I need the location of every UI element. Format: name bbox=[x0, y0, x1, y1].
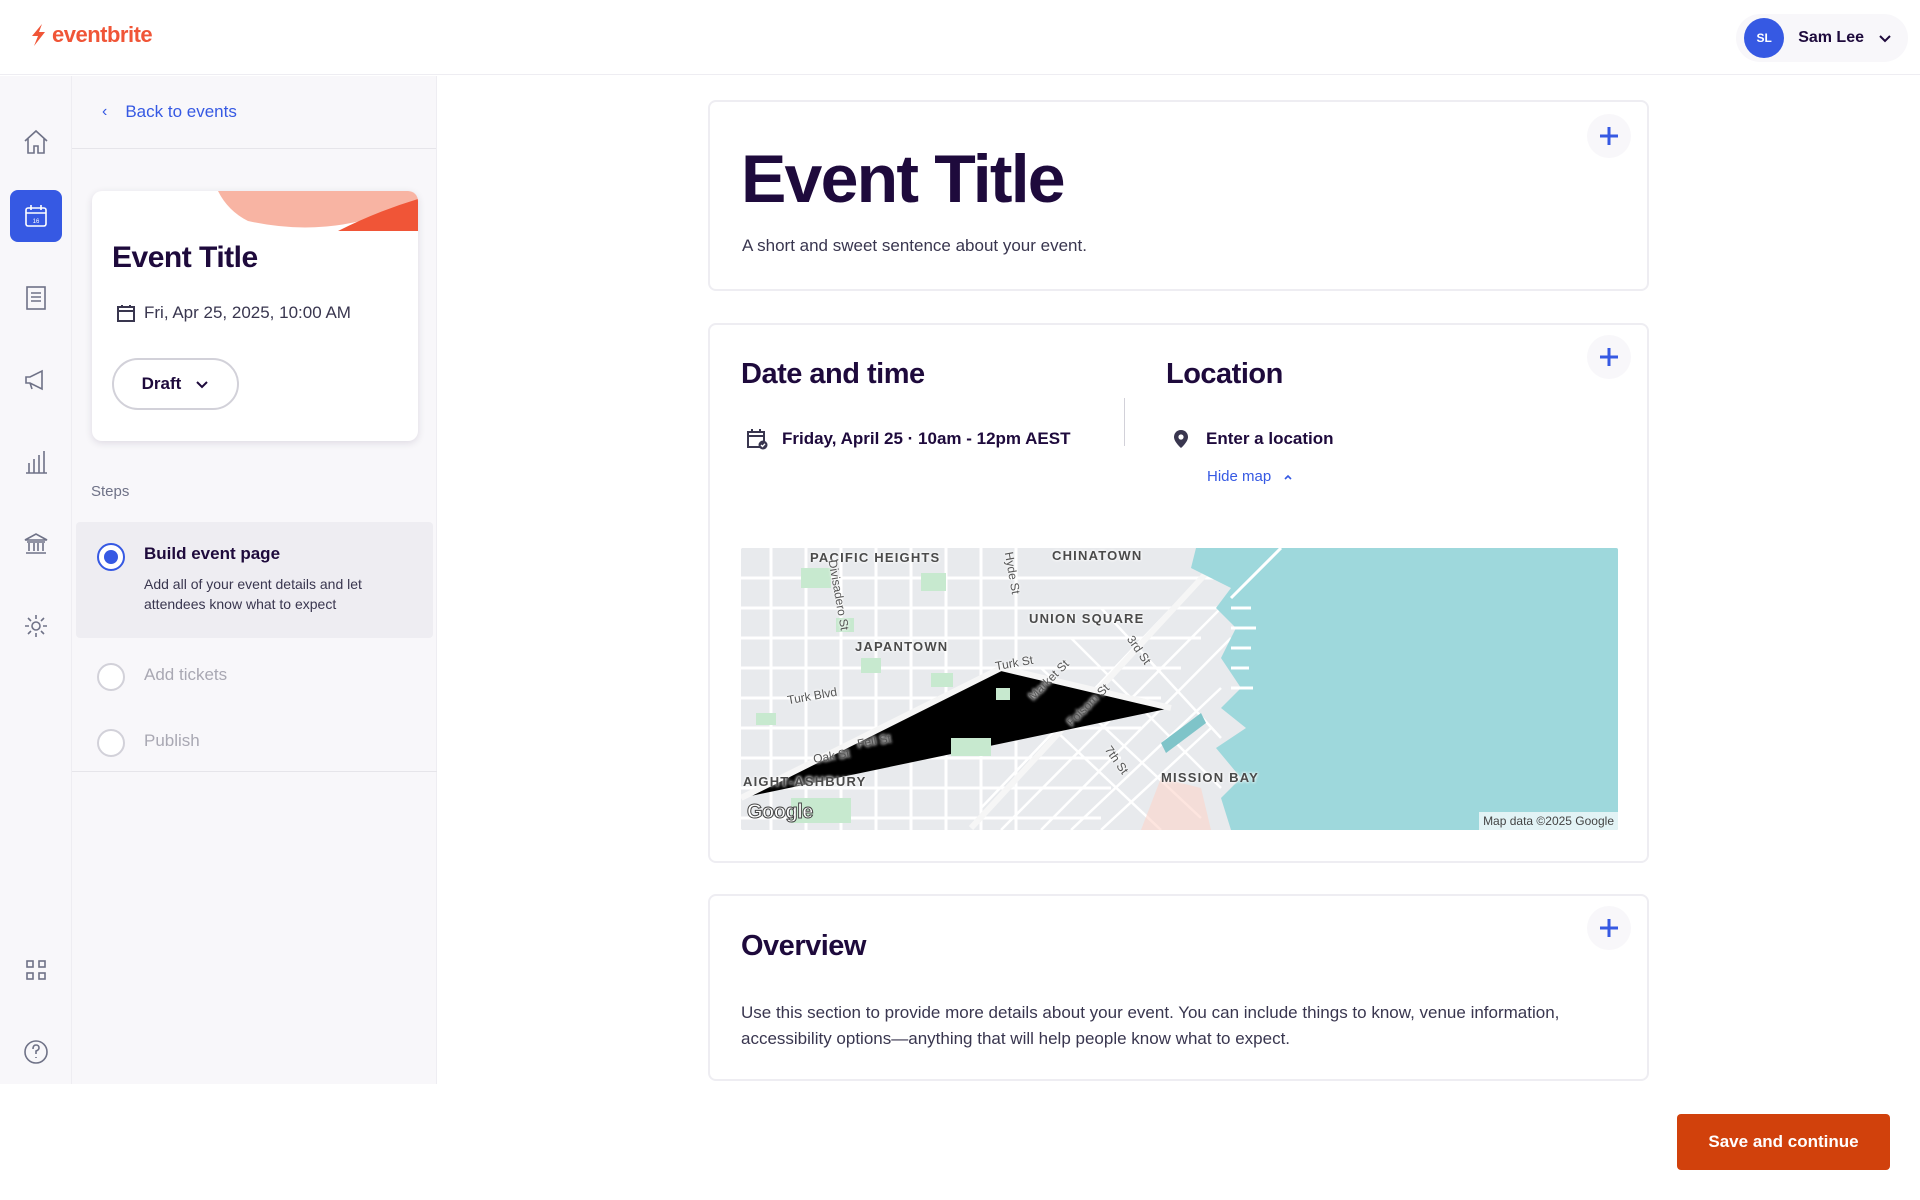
overview-text: Use this section to provide more details… bbox=[741, 1003, 1560, 1048]
event-side-panel: ‹ Back to events Event Title Fri, Apr 25… bbox=[72, 76, 437, 1084]
chevron-down-icon bbox=[1879, 35, 1891, 43]
chevron-up-icon bbox=[1284, 474, 1292, 480]
step-radio bbox=[97, 729, 125, 757]
megaphone-icon bbox=[25, 369, 43, 391]
card-decoration bbox=[218, 191, 418, 231]
overview-heading: Overview bbox=[741, 930, 866, 962]
location-text: Enter a location bbox=[1206, 429, 1334, 448]
calendar-icon: 16 bbox=[25, 205, 47, 227]
chevron-down-icon bbox=[196, 381, 209, 389]
logo-wordmark: eventbrite bbox=[52, 22, 153, 47]
event-title-card[interactable]: Event Title A short and sweet sentence a… bbox=[708, 100, 1649, 291]
map-label-haight-ashbury: AIGHT-ASHBURY bbox=[743, 774, 867, 789]
plus-icon bbox=[1600, 127, 1618, 145]
step-radio-checked bbox=[97, 543, 125, 571]
reports-nav[interactable] bbox=[10, 436, 62, 488]
google-logo: Google bbox=[747, 801, 814, 824]
settings-nav[interactable] bbox=[10, 600, 62, 652]
edit-title-button[interactable] bbox=[1587, 114, 1631, 158]
map-credit: Map data ©2025 Google bbox=[1479, 812, 1618, 830]
help-nav[interactable] bbox=[10, 1026, 62, 1078]
back-label: Back to events bbox=[125, 102, 237, 121]
user-menu[interactable]: SL Sam Lee bbox=[1736, 14, 1908, 62]
location-heading: Location bbox=[1166, 358, 1283, 390]
step-title: Add tickets bbox=[144, 665, 228, 684]
hide-map-label: Hide map bbox=[1207, 468, 1272, 485]
eventbrite-logo-icon bbox=[32, 24, 45, 46]
event-title-heading: Event Title bbox=[741, 141, 1066, 217]
plus-icon bbox=[1600, 348, 1618, 366]
bank-icon bbox=[24, 533, 48, 554]
top-bar: eventbrite SL Sam Lee bbox=[0, 0, 1920, 75]
map-label-chinatown: CHINATOWN bbox=[1052, 548, 1143, 563]
finance-nav[interactable] bbox=[10, 518, 62, 570]
back-to-events-link[interactable]: ‹ Back to events bbox=[72, 76, 436, 149]
event-summary-card: Event Title Fri, Apr 25, 2025, 10:00 AM … bbox=[92, 191, 418, 441]
event-date: Fri, Apr 25, 2025, 10:00 AM bbox=[116, 303, 351, 323]
marketing-nav[interactable] bbox=[10, 354, 62, 406]
step-description: Add all of your event details and let at… bbox=[144, 576, 362, 612]
date-location-card[interactable]: Date and time Friday, April 25 · 10am - … bbox=[708, 323, 1649, 863]
location-map[interactable]: PACIFIC HEIGHTS CHINATOWN UNION SQUARE J… bbox=[741, 548, 1618, 830]
divider bbox=[72, 771, 437, 772]
divider bbox=[1124, 398, 1125, 446]
help-icon bbox=[24, 1040, 48, 1064]
gear-icon bbox=[25, 615, 47, 637]
date-time-value: Friday, April 25 · 10am - 12pm AEST bbox=[746, 428, 1070, 450]
edit-date-location-button[interactable] bbox=[1587, 335, 1631, 379]
save-and-continue-button[interactable]: Save and continue bbox=[1677, 1114, 1890, 1170]
event-title: Event Title bbox=[112, 241, 258, 274]
hide-map-toggle[interactable]: Hide map bbox=[1207, 468, 1293, 485]
calendar-icon bbox=[117, 305, 135, 322]
step-radio bbox=[97, 663, 125, 691]
map-tiles bbox=[741, 548, 1618, 830]
plus-icon bbox=[1600, 919, 1618, 937]
event-summary-text: A short and sweet sentence about your ev… bbox=[742, 236, 1087, 255]
avatar: SL bbox=[1744, 18, 1785, 58]
step-title: Build event page bbox=[144, 544, 281, 563]
eventbrite-logo[interactable]: eventbrite bbox=[28, 22, 153, 48]
edit-overview-button[interactable] bbox=[1587, 906, 1631, 950]
chevron-left-icon: ‹ bbox=[102, 103, 108, 120]
step-publish[interactable]: Publish bbox=[76, 727, 433, 787]
date-time-heading: Date and time bbox=[741, 358, 925, 390]
status-dropdown[interactable]: Draft bbox=[112, 358, 239, 410]
orders-icon bbox=[26, 286, 46, 310]
location-value: Enter a location bbox=[1170, 428, 1334, 450]
home-nav[interactable] bbox=[10, 116, 62, 168]
map-label-japantown: JAPANTOWN bbox=[855, 639, 949, 654]
nav-rail: 16 bbox=[0, 76, 72, 1084]
home-icon bbox=[24, 129, 48, 154]
svg-text:16: 16 bbox=[33, 219, 40, 225]
user-name: Sam Lee bbox=[1798, 29, 1864, 46]
event-date-text: Fri, Apr 25, 2025, 10:00 AM bbox=[144, 303, 351, 322]
step-add-tickets[interactable]: Add tickets bbox=[76, 661, 433, 721]
calendar-check-icon bbox=[747, 429, 768, 450]
grid-apps-icon bbox=[26, 960, 46, 980]
apps-nav[interactable] bbox=[10, 944, 62, 996]
map-label-mission-bay: MISSION BAY bbox=[1161, 770, 1259, 785]
bar-chart-icon bbox=[26, 451, 47, 474]
status-label: Draft bbox=[141, 374, 182, 393]
step-build-event-page[interactable]: Build event page Add all of your event d… bbox=[76, 522, 433, 638]
overview-card[interactable]: Overview Use this section to provide mor… bbox=[708, 894, 1649, 1081]
events-nav[interactable]: 16 bbox=[10, 190, 62, 242]
step-title: Publish bbox=[144, 731, 200, 750]
map-pin-icon bbox=[1174, 430, 1188, 448]
map-label-union-square: UNION SQUARE bbox=[1029, 611, 1145, 626]
date-time-text: Friday, April 25 · 10am - 12pm AEST bbox=[782, 429, 1071, 448]
orders-nav[interactable] bbox=[10, 272, 62, 324]
steps-heading: Steps bbox=[91, 483, 130, 500]
